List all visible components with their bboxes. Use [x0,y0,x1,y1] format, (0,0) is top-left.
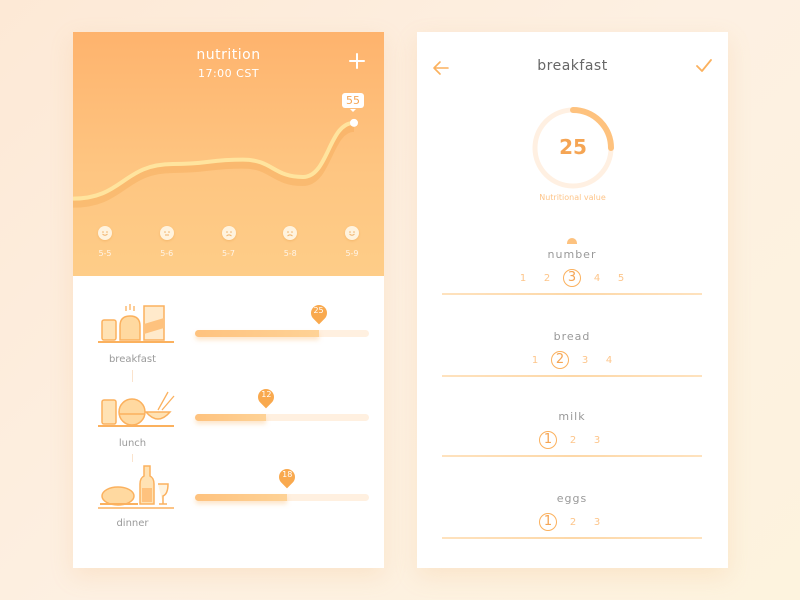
page-title: nutrition [196,47,261,63]
breakfast-card: breakfast 25 Nutritional value number 1 2 3… [417,32,728,568]
option-3[interactable]: 3 [589,517,605,528]
meal-value: 12 [261,390,272,399]
day-item[interactable]: 5-8 [278,226,302,258]
chart-line [73,120,356,201]
page-title: breakfast [537,58,608,74]
meal-progress-bar[interactable]: 18 [195,465,369,501]
section-label: number [547,248,597,261]
day-label: 5-7 [221,249,236,258]
section-label: milk [558,410,586,423]
section-underline [442,455,702,457]
option-selector: 123 [442,430,702,450]
day-label: 5-9 [345,249,359,258]
option-2[interactable]: 2 [551,351,569,369]
breakfast-icon [98,304,174,343]
dinner-icon [98,465,174,509]
option-4[interactable]: 4 [601,355,617,366]
section-bread: bread 1 2 3 4 [442,330,702,377]
meal-progress-bar[interactable]: 25 [195,301,369,337]
option-2[interactable]: 2 [565,517,581,528]
meal-value: 25 [313,306,324,315]
neutral-face-icon [159,226,174,240]
day-item[interactable]: 5-5 [93,226,117,258]
meal-row-lunch[interactable]: lunch 12 [73,382,384,462]
meal-label: lunch [118,438,147,449]
sad-face-icon [221,226,236,240]
option-1[interactable]: 1 [515,273,531,284]
day-label: 5-5 [98,249,112,258]
section-milk: milk 1 2 3 [442,410,702,457]
chart-point[interactable] [350,118,358,127]
chart-line-shadow [73,123,355,208]
meal-row-dinner[interactable]: dinner 18 [73,462,384,542]
section-label: bread [553,330,591,343]
section-label: eggs [556,492,588,505]
option-3[interactable]: 3 [589,435,605,446]
meal-connector [132,454,133,462]
nutrition-card: nutrition 17:00 CST 55 5-5 5-6 5-7 5-8 5… [73,32,384,568]
happy-face-icon [345,226,359,240]
meal-label: breakfast [108,354,157,365]
day-label: 5-6 [160,249,174,258]
meal-progress-fill [195,414,267,421]
day-selector: 5-5 5-6 5-7 5-8 5-9 [73,226,384,258]
meal-value: 18 [282,470,293,479]
section-underline [442,537,702,539]
option-1[interactable]: 1 [527,355,543,366]
option-1[interactable]: 1 [539,513,557,531]
meal-label: dinner [116,518,149,529]
nutrition-header: nutrition 17:00 CST 55 5-5 5-6 5-7 5-8 5… [73,32,384,276]
section-number: number 1 2 3 4 5 [442,238,702,295]
section-underline [442,293,702,295]
nutritional-caption: Nutritional value [539,193,606,202]
day-label: 5-8 [283,249,297,258]
section-eggs: eggs 1 2 3 [442,492,702,539]
option-3[interactable]: 3 [577,355,593,366]
option-selector: 123 [442,512,702,532]
option-3[interactable]: 3 [563,269,581,287]
meal-row-breakfast[interactable]: breakfast 25 [73,298,384,378]
meal-progress-fill [195,330,319,337]
option-selector: 1234 [442,350,702,370]
option-1[interactable]: 1 [539,431,557,449]
meal-progress-bar[interactable]: 12 [195,385,369,421]
option-selector: 12345 [442,268,702,288]
peak-value-label: 55 [342,92,364,112]
time-label: 17:00 CST [197,67,260,80]
day-item[interactable]: 5-7 [217,226,241,258]
meal-connector [132,370,133,382]
option-2[interactable]: 2 [565,435,581,446]
option-5[interactable]: 5 [613,273,629,284]
day-item[interactable]: 5-6 [155,226,179,258]
cloche-icon [567,238,577,244]
lunch-icon [98,391,175,427]
check-icon[interactable] [694,56,714,76]
day-item[interactable]: 5-9 [340,226,364,258]
option-4[interactable]: 4 [589,273,605,284]
nutritional-value: 25 [559,135,587,159]
sad-face-icon [283,226,298,240]
option-2[interactable]: 2 [539,273,555,284]
section-underline [442,375,702,377]
plus-icon[interactable] [348,52,366,70]
happy-face-icon [98,226,112,240]
meal-progress-fill [195,494,288,501]
